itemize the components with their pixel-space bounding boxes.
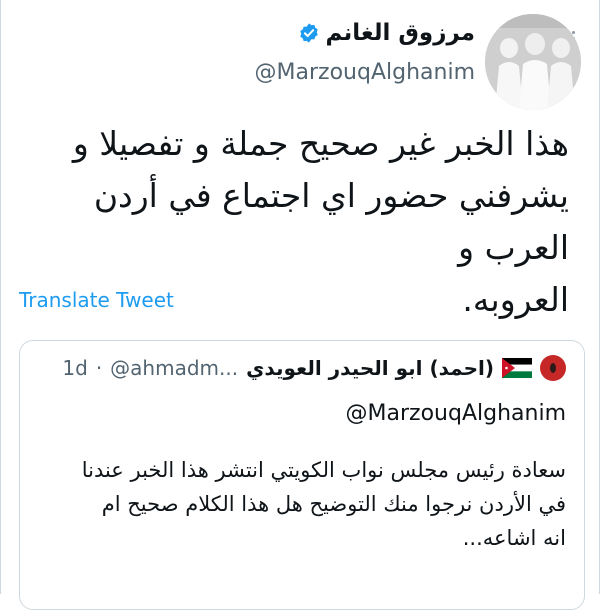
quoted-text-line: سعادة رئيس مجلس نواب الكويتي انتشر هذا ا… [81, 458, 566, 482]
author-name-row[interactable]: مرزوق الغانم [298, 20, 475, 46]
quoted-text-line: في الأردن نرجوا منك التوضيح هل هذا الكلا… [101, 492, 566, 516]
quoted-timestamp[interactable]: 1d [62, 356, 87, 380]
translate-tweet-link[interactable]: Translate Tweet [19, 288, 174, 312]
quoted-tweet[interactable]: (احمد) ابو الحيدر العويدي @ahmadm... · 1… [19, 340, 585, 610]
quoted-author-name[interactable]: (احمد) ابو الحيدر العويدي [246, 356, 494, 380]
tweet-card: مرزوق الغانم @MarzouqAlghanim هذا الخبر … [0, 0, 600, 610]
quoted-reply-to[interactable]: @MarzouqAlghanim [346, 401, 566, 426]
quoted-author-handle[interactable]: @ahmadm... [110, 356, 238, 380]
author-avatar[interactable] [485, 14, 581, 110]
quoted-separator: · [95, 356, 103, 380]
author-name[interactable]: مرزوق الغانم [326, 20, 475, 46]
verified-badge-icon [299, 23, 318, 43]
quoted-text-line: انه اشاعه... [462, 526, 566, 550]
author-handle[interactable]: @MarzouqAlghanim [255, 60, 475, 85]
quoted-tweet-text: سعادة رئيس مجلس نواب الكويتي انتشر هذا ا… [46, 453, 566, 555]
quoted-tweet-header: (احمد) ابو الحيدر العويدي @ahmadm... · 1… [62, 355, 566, 381]
tweet-text-line: يشرفني حضور اي اجتماع في أردن العرب و [93, 176, 569, 267]
quoted-author-avatar[interactable] [540, 355, 566, 381]
jordan-flag-icon [502, 358, 532, 378]
tweet-text-line: هذا الخبر غير صحيح جملة و تفصيلا و [72, 124, 569, 163]
